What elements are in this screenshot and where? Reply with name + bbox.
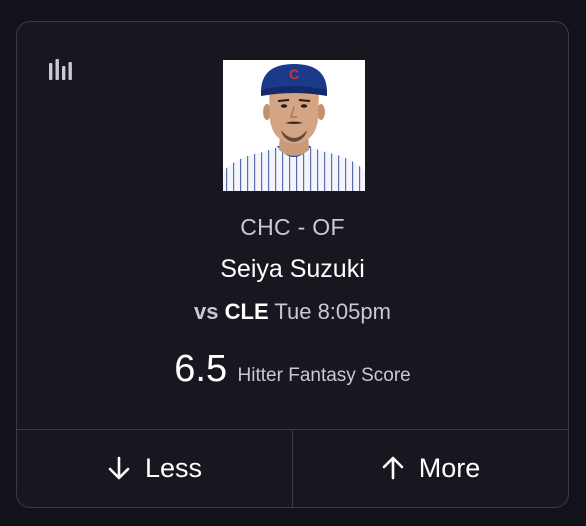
more-button[interactable]: More <box>292 430 568 507</box>
game-time: Tue 8:05pm <box>274 299 391 324</box>
projection-card[interactable]: C CHC - OF Seiya Suzuki vs CLE Tue 8:05p… <box>16 21 569 508</box>
arrow-down-icon <box>108 456 130 480</box>
stat-label: Hitter Fantasy Score <box>237 365 411 386</box>
arrow-up-icon <box>382 456 404 480</box>
cap-logo: C <box>289 66 299 82</box>
projection-value: 6.5 <box>174 348 228 390</box>
pick-actions: Less More <box>17 429 568 507</box>
matchup: vs CLE Tue 8:05pm <box>17 299 568 325</box>
less-label: Less <box>144 452 203 483</box>
less-button[interactable]: Less <box>17 430 292 507</box>
player-headshot: C <box>223 60 365 191</box>
opponent-team: CLE <box>224 299 269 324</box>
more-label: More <box>418 452 481 483</box>
team-position: CHC - OF <box>240 214 345 240</box>
player-name[interactable]: Seiya Suzuki <box>17 255 568 284</box>
bar-chart-icon[interactable] <box>47 57 77 83</box>
matchup-prefix: vs <box>194 299 219 324</box>
projection-line: 6.5 Hitter Fantasy Score <box>17 348 568 391</box>
